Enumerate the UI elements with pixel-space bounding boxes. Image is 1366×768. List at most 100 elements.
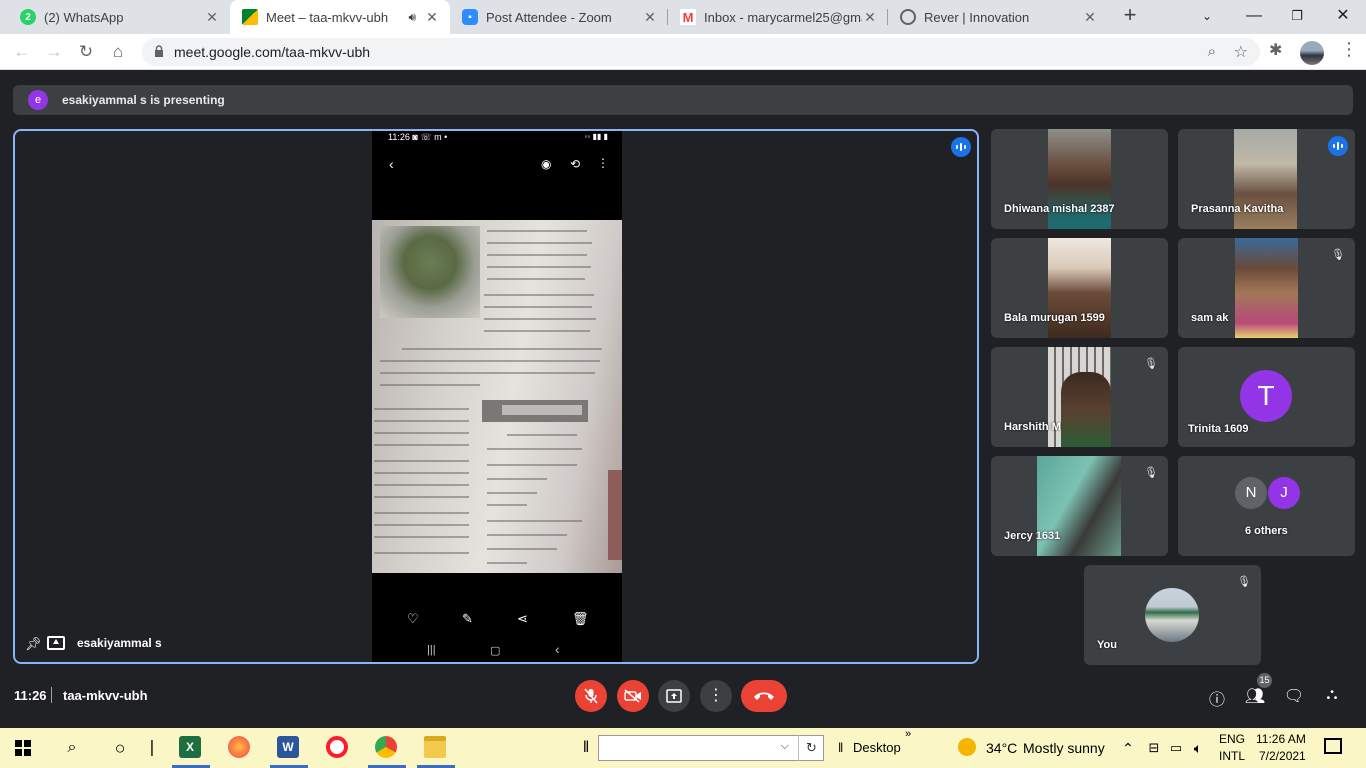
tab-zoom[interactable]: ▪ Post Attendee - Zoom ✕ (450, 0, 668, 34)
restore-button[interactable]: ❐ (1274, 0, 1320, 34)
present-screen-icon (666, 689, 682, 703)
activities-icon[interactable]: ⛬ (1321, 686, 1343, 704)
tab-whatsapp[interactable]: 2 (2) WhatsApp ✕ (8, 0, 230, 34)
firefox-icon[interactable] (228, 736, 250, 758)
others-tile[interactable]: N J 6 others (1178, 456, 1355, 556)
others-count: 6 others (1245, 525, 1288, 537)
self-tile[interactable]: 🎙︎ You (1084, 565, 1261, 665)
windows-taskbar: ⌕ ○ ❘ X W ‖ ⌵ ↻ ‖ Desktop » 34°C Mostly … (0, 728, 1366, 768)
word-icon[interactable]: W (277, 736, 299, 758)
lock-icon[interactable] (154, 45, 164, 57)
participant-tile[interactable]: Bala murugan 1599 (991, 238, 1168, 338)
extensions-puzzle-icon[interactable]: ✱ (1269, 40, 1282, 60)
meeting-details-icon[interactable]: ⓘ (1206, 686, 1228, 710)
task-view-icon[interactable]: ❘ (140, 736, 164, 760)
excel-icon[interactable]: X (179, 736, 201, 758)
desktop-toolbar[interactable]: Desktop (853, 740, 901, 755)
network-icon[interactable]: ⊟ (1142, 736, 1166, 760)
temperature[interactable]: 34°C (986, 740, 1017, 756)
notification-center-icon[interactable] (1324, 738, 1342, 754)
new-tab-button[interactable]: + (1118, 4, 1142, 28)
zoom-icon[interactable]: ⌕ (1208, 43, 1216, 60)
chevron-down-icon[interactable]: ⌵ (781, 740, 789, 753)
phone-home-icon: ▢ (490, 645, 501, 657)
chevron-up-icon[interactable]: ⌃ (1116, 736, 1140, 760)
close-tab-icon[interactable]: ✕ (204, 9, 220, 26)
toolbar-chevron[interactable]: » (905, 728, 911, 740)
monitor-icon[interactable]: ▭ (1164, 736, 1188, 760)
presentation-stage[interactable]: 11:26 ◙ ☏ m • ◦◦ ▮▮ ▮ ‹ ◉ ⟲ ⋮ ♡ ✎ ⋖ 🗑︎ |… (13, 129, 979, 664)
url-text[interactable]: meet.google.com/taa-mkvv-ubh (174, 44, 370, 60)
weather-text[interactable]: Mostly sunny (1023, 740, 1105, 756)
present-now-button[interactable] (658, 680, 690, 712)
back-button[interactable]: ← (10, 40, 34, 64)
browser-menu-icon[interactable]: ⋮ (1340, 39, 1358, 60)
participant-name: Trinita 1609 (1188, 423, 1249, 435)
participant-name: You (1097, 639, 1117, 651)
pin-icon[interactable]: 📌︎ (25, 636, 42, 652)
close-window-button[interactable]: ✕ (1320, 0, 1366, 34)
file-explorer-icon[interactable] (424, 736, 446, 758)
gmail-icon: M (680, 9, 696, 25)
participant-avatar: N (1235, 477, 1267, 509)
presentation-icon (47, 636, 65, 650)
tab-meet[interactable]: Meet – taa-mkvv-ubh 🔊︎ ✕ (230, 0, 450, 34)
minimize-button[interactable]: — (1231, 0, 1277, 34)
phone-heart-icon: ♡ (407, 611, 419, 626)
phone-more-icon: ⋮ (597, 156, 609, 170)
forward-button[interactable]: → (42, 40, 66, 64)
reload-button[interactable]: ↻ (74, 40, 98, 64)
tab-gmail[interactable]: M Inbox - marycarmel25@gmail ✕ (668, 0, 888, 34)
participant-tile[interactable]: T Trinita 1609 (1178, 347, 1355, 447)
system-time[interactable]: 11:26 AM (1256, 732, 1306, 746)
close-tab-icon[interactable]: ✕ (424, 9, 440, 26)
participant-name: Harshith M (1004, 421, 1061, 433)
search-icon[interactable]: ⌕ (60, 736, 84, 760)
participant-tile[interactable]: Prasanna Kavitha (1178, 129, 1355, 229)
phone-back-icon: ‹ (389, 156, 394, 172)
microphone-toggle-button[interactable] (575, 680, 607, 712)
meeting-code: taa-mkvv-ubh (63, 688, 148, 703)
taskbar-address-input[interactable]: ⌵ (598, 735, 824, 761)
address-bar[interactable]: meet.google.com/taa-mkvv-ubh ⌕ ☆ (142, 38, 1260, 66)
windows-start-icon[interactable] (15, 740, 31, 756)
system-date[interactable]: 7/2/2021 (1259, 749, 1306, 763)
people-icon[interactable]: 👥︎ (1244, 686, 1266, 706)
chrome-icon[interactable] (375, 736, 397, 758)
volume-icon[interactable]: 🔈︎ (1186, 736, 1210, 760)
home-button[interactable]: ⌂ (106, 40, 130, 64)
browser-tab-strip: 2 (2) WhatsApp ✕ Meet – taa-mkvv-ubh 🔊︎ … (0, 0, 1366, 34)
profile-avatar[interactable] (1300, 41, 1324, 65)
more-options-button[interactable]: ⋮ (700, 680, 732, 712)
cortana-icon[interactable]: ○ (108, 736, 132, 760)
opera-icon[interactable] (326, 736, 348, 758)
participant-tile[interactable]: Dhiwana mishal 2387 (991, 129, 1168, 229)
tab-rever[interactable]: Rever | Innovation ✕ (888, 0, 1108, 34)
tab-search-icon[interactable]: ⌄ (1184, 0, 1230, 34)
camera-toggle-button[interactable] (617, 680, 649, 712)
chat-icon[interactable]: 🗨︎ (1283, 686, 1305, 706)
phone-recents-icon: ||| (427, 644, 436, 656)
refresh-icon[interactable]: ↻ (798, 735, 824, 761)
participant-tile[interactable]: 🎙︎ Harshith M (991, 347, 1168, 447)
self-avatar (1145, 588, 1199, 642)
speaker-icon[interactable]: 🔊︎ (408, 10, 416, 25)
participant-tile[interactable]: 🎙︎ Jercy 1631 (991, 456, 1168, 556)
mic-off-icon: 🎙︎ (1237, 576, 1251, 588)
participant-name: Bala murugan 1599 (1004, 312, 1105, 324)
keyboard-layout[interactable]: INTL (1219, 749, 1245, 763)
speaking-indicator-icon (951, 137, 971, 157)
leave-call-button[interactable] (741, 680, 787, 712)
toolbar-separator: ‖ (838, 740, 844, 755)
tab-title: Post Attendee - Zoom (486, 9, 612, 25)
close-tab-icon[interactable]: ✕ (642, 9, 658, 26)
mic-off-icon: 🎙︎ (1331, 249, 1345, 261)
close-tab-icon[interactable]: ✕ (1082, 9, 1098, 26)
meet-window: e esakiyammal s is presenting 11:26 ◙ ☏ … (0, 70, 1366, 726)
bookmark-star-icon[interactable]: ☆ (1234, 42, 1248, 62)
presenter-name: esakiyammal s (77, 636, 162, 650)
weather-sun-icon[interactable] (958, 738, 976, 756)
close-tab-icon[interactable]: ✕ (862, 9, 878, 26)
participant-tile[interactable]: 🎙︎ sam ak (1178, 238, 1355, 338)
language-code[interactable]: ENG (1219, 732, 1245, 746)
